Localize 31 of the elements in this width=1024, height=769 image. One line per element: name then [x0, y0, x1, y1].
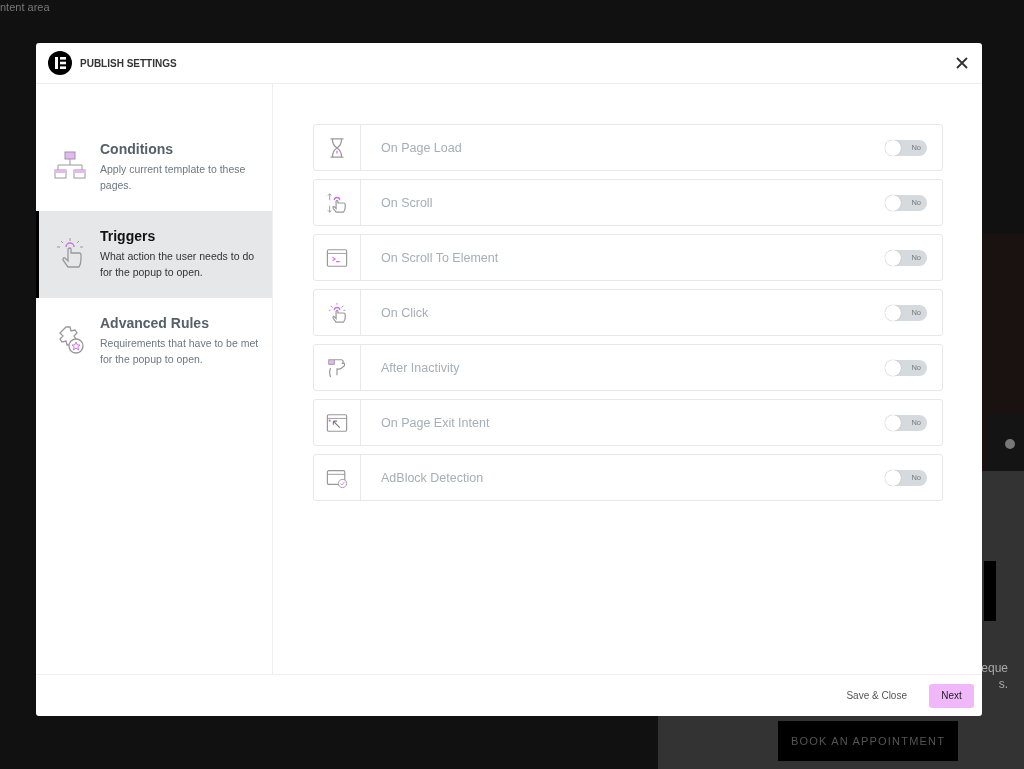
trigger-label: AdBlock Detection	[380, 470, 485, 485]
page-text: eque	[981, 661, 1008, 675]
tap-icon	[54, 237, 86, 269]
tap-icon	[326, 301, 348, 324]
close-icon[interactable]	[956, 57, 968, 69]
sidebar-item[interactable]: Triggers What action the user needs to do for the popup to open.	[36, 211, 272, 298]
sidebar-item-description: Requirements that have to be met for the popup to open.	[100, 336, 260, 367]
sitemap-icon	[54, 150, 86, 182]
trigger-label: After Inactivity	[380, 360, 461, 375]
trigger-label: On Scroll	[380, 195, 434, 210]
trigger-label: On Page Load	[380, 140, 463, 155]
sidebar-item-title: Conditions	[100, 141, 175, 157]
cursor-window-icon	[326, 411, 348, 434]
sidebar-item-description: What action the user needs to do for the popup to open.	[100, 249, 256, 280]
dialog-title: PUBLISH SETTINGS	[80, 57, 178, 69]
scroll-hand-icon	[326, 191, 348, 214]
next-button[interactable]: Next	[929, 683, 974, 708]
save-close-button[interactable]: Save & Close	[838, 684, 915, 707]
book-appointment-button[interactable]: BOOK AN APPOINTMENT	[778, 721, 958, 761]
sidebar-item[interactable]: Advanced Rules Requirements that have to be met for the popup to open.	[36, 298, 272, 385]
sidebar-item-title: Triggers	[100, 228, 157, 244]
terminal-window-icon	[326, 246, 348, 269]
page-text: s.	[998, 677, 1008, 691]
sidebar-item-title: Advanced Rules	[100, 315, 210, 331]
page-text: ntent area	[0, 0, 50, 13]
trigger-label: On Scroll To Element	[380, 250, 500, 265]
trigger-label: On Page Exit Intent	[380, 415, 491, 430]
sidebar-item-description: Apply current template to these pages.	[100, 162, 247, 193]
sidebar-item[interactable]: Conditions Apply current template to these pages.	[36, 124, 272, 211]
trigger-label: On Click	[380, 305, 430, 320]
logo-icon	[48, 51, 72, 75]
